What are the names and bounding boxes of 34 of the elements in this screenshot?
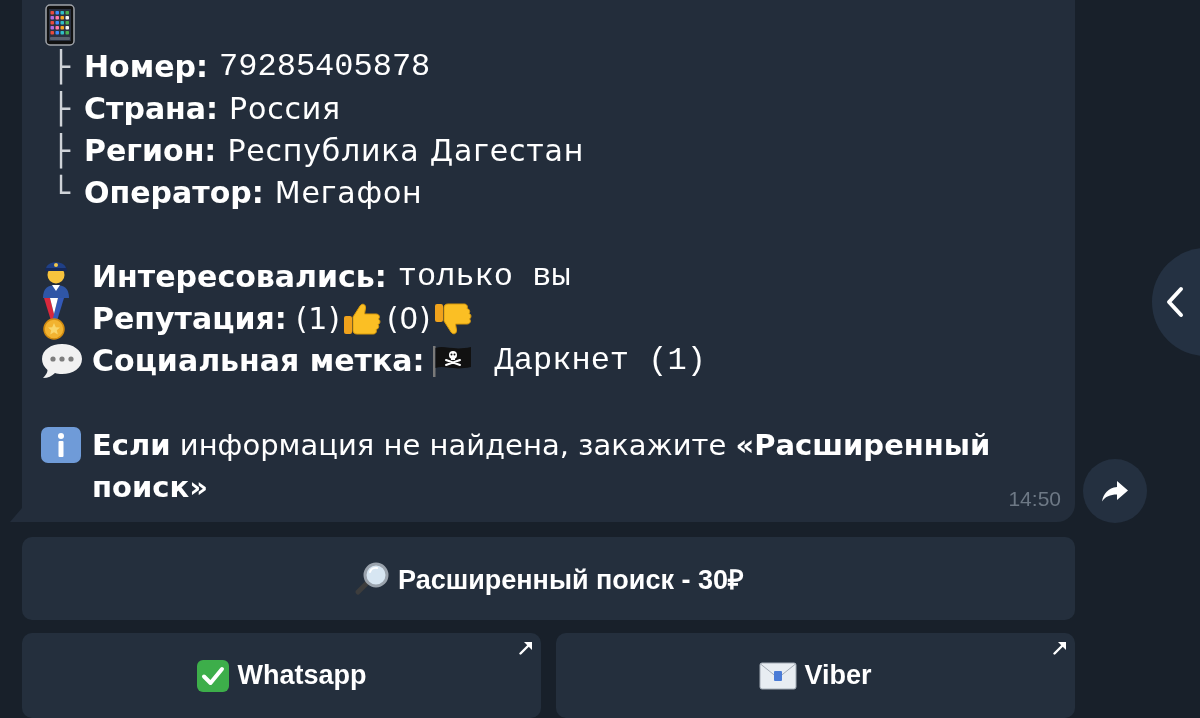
search-icon bbox=[353, 560, 391, 597]
tree-branch: ├ bbox=[52, 90, 72, 129]
field-label: Интересовались: bbox=[92, 258, 387, 296]
keyboard-button[interactable]: Расширенный поиск - 30₽ bbox=[22, 537, 1075, 620]
info-icon bbox=[40, 426, 82, 464]
field-label: Социальная метка: bbox=[92, 342, 425, 380]
curved-arrow-icon bbox=[1101, 479, 1129, 503]
keyboard-button[interactable]: Whatsapp bbox=[22, 633, 541, 718]
field-value: Даркнет (1) bbox=[494, 341, 706, 381]
speech-bubble-icon bbox=[40, 342, 84, 380]
vote-count: (0) bbox=[386, 300, 432, 338]
field-label: Номер: bbox=[84, 48, 209, 86]
tree-branch: ├ bbox=[52, 48, 72, 87]
phone-icon bbox=[45, 4, 75, 46]
field-label: Репутация: bbox=[92, 300, 287, 338]
message-time: 14:50 bbox=[1008, 487, 1061, 511]
tree-branch: └ bbox=[52, 173, 72, 212]
tree-branch: ├ bbox=[52, 132, 72, 171]
field-value: только вы bbox=[397, 257, 571, 297]
chevron-left-icon bbox=[1165, 286, 1185, 318]
envelope-icon bbox=[759, 661, 798, 690]
check-icon bbox=[196, 658, 231, 693]
field-value: Мегафон bbox=[274, 174, 423, 212]
field-value: 79285405878 bbox=[219, 47, 431, 87]
notice-text: Если информация не найдена, закажите «Расширенный поиск» bbox=[92, 427, 992, 506]
field-label: Страна: bbox=[84, 90, 219, 128]
vote-count: (1) bbox=[295, 300, 341, 338]
field-label: Регион: bbox=[84, 132, 217, 170]
field-value: Россия bbox=[229, 90, 341, 128]
keyboard-button[interactable]: Viber bbox=[556, 633, 1075, 718]
field-label: Оператор: bbox=[84, 174, 264, 212]
field-value: Республика Дагестан bbox=[227, 132, 585, 170]
pirate-flag-icon bbox=[430, 345, 473, 377]
medal-icon bbox=[40, 298, 68, 340]
